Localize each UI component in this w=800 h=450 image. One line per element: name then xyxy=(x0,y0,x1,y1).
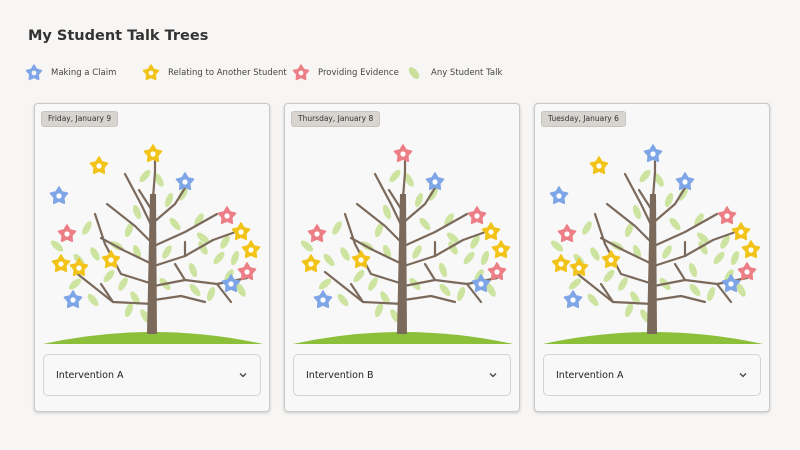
talk-tree-illustration xyxy=(43,144,263,344)
chevron-down-icon xyxy=(239,373,247,378)
yellow-star-flower-icon xyxy=(589,156,609,175)
blue-star-flower-icon xyxy=(63,290,83,309)
page-title: My Student Talk Trees xyxy=(28,28,209,44)
blue-star-flower-icon xyxy=(25,64,43,81)
chevron-down-icon xyxy=(489,373,497,378)
legend-label: Providing Evidence xyxy=(318,68,399,78)
pink-star-flower-icon xyxy=(292,64,310,81)
intervention-dropdown-value: Intervention B xyxy=(306,369,374,381)
blue-star-flower-icon xyxy=(563,290,583,309)
yellow-star-flower-icon xyxy=(741,240,761,259)
yellow-star-flower-icon xyxy=(241,240,261,259)
talk-tree-illustration xyxy=(293,144,513,344)
intervention-dropdown[interactable]: Intervention B xyxy=(293,354,511,396)
yellow-star-flower-icon xyxy=(491,240,511,259)
green-leaf-icon xyxy=(408,67,420,79)
yellow-star-flower-icon xyxy=(551,254,571,273)
pink-star-flower-icon xyxy=(57,224,77,243)
intervention-dropdown-value: Intervention A xyxy=(56,369,124,381)
legend-item-making-a-claim: Making a Claim xyxy=(24,63,141,83)
blue-star-flower-icon xyxy=(425,172,445,191)
legend-item-relating: Relating to Another Student xyxy=(141,63,291,83)
legend-item-providing-evidence: Providing Evidence xyxy=(291,63,404,83)
pink-star-flower-icon xyxy=(307,224,327,243)
yellow-star-flower-icon xyxy=(69,258,89,277)
legend-item-any-student-talk: Any Student Talk xyxy=(404,63,504,83)
pink-star-flower-icon xyxy=(467,206,487,225)
yellow-star-flower-icon xyxy=(142,64,160,81)
yellow-star-flower-icon xyxy=(731,222,751,241)
legend-label: Any Student Talk xyxy=(431,68,503,78)
yellow-star-flower-icon xyxy=(481,222,501,241)
intervention-dropdown[interactable]: Intervention A xyxy=(43,354,261,396)
tree-cards: Friday, January 9 Intervention A Thursda… xyxy=(34,103,770,412)
blue-star-flower-icon xyxy=(175,172,195,191)
date-badge: Friday, January 9 xyxy=(41,111,119,127)
legend-label: Relating to Another Student xyxy=(168,68,287,78)
blue-star-flower-icon xyxy=(549,186,569,205)
chevron-down-icon xyxy=(739,373,747,378)
yellow-star-flower-icon xyxy=(51,254,71,273)
date-badge: Tuesday, January 6 xyxy=(541,111,626,127)
blue-star-flower-icon xyxy=(643,144,663,163)
yellow-star-flower-icon xyxy=(89,156,109,175)
blue-star-flower-icon xyxy=(675,172,695,191)
intervention-dropdown-value: Intervention A xyxy=(556,369,624,381)
pink-star-flower-icon xyxy=(557,224,577,243)
yellow-star-flower-icon xyxy=(569,258,589,277)
yellow-star-flower-icon xyxy=(301,254,321,273)
legend-label: Making a Claim xyxy=(51,68,117,78)
intervention-dropdown[interactable]: Intervention A xyxy=(543,354,761,396)
pink-star-flower-icon xyxy=(717,206,737,225)
pink-star-flower-icon xyxy=(237,262,257,281)
blue-star-flower-icon xyxy=(313,290,333,309)
pink-star-flower-icon xyxy=(487,262,507,281)
pink-star-flower-icon xyxy=(393,144,413,163)
pink-star-flower-icon xyxy=(217,206,237,225)
pink-star-flower-icon xyxy=(737,262,757,281)
tree-card: Friday, January 9 Intervention A xyxy=(34,103,270,412)
yellow-star-flower-icon xyxy=(143,144,163,163)
talk-tree-illustration xyxy=(543,144,763,344)
blue-star-flower-icon xyxy=(49,186,69,205)
legend: Making a Claim Relating to Another Stude… xyxy=(24,62,504,84)
yellow-star-flower-icon xyxy=(231,222,251,241)
date-badge: Thursday, January 8 xyxy=(291,111,381,127)
tree-card: Thursday, January 8 Intervention B xyxy=(284,103,520,412)
tree-card: Tuesday, January 6 Intervention A xyxy=(534,103,770,412)
